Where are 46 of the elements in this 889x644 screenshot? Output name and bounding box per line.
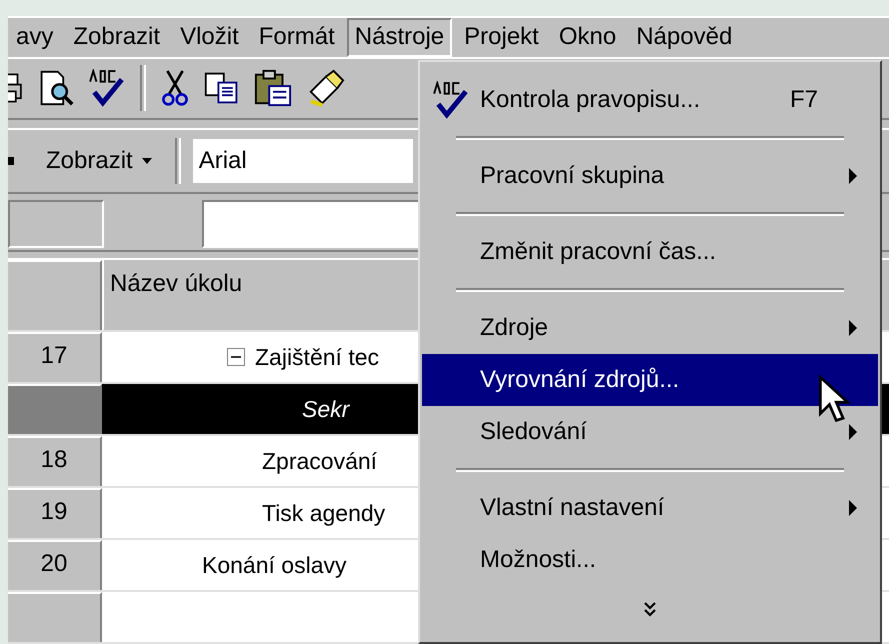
row-header[interactable]: 18 (8, 436, 102, 486)
shortcut-label: F7 (790, 86, 818, 114)
menu-item[interactable]: Nástroje (346, 18, 452, 57)
row-header[interactable]: 19 (8, 488, 102, 538)
menu-entry[interactable]: Kontrola pravopisu... F7 (422, 74, 878, 126)
menu-item[interactable]: Okno (550, 18, 624, 57)
task-name: Zpracování (262, 448, 378, 474)
menu-item[interactable]: Projekt (456, 18, 547, 57)
menu-item[interactable]: Vložit (172, 18, 247, 57)
row-header[interactable]: 17 (8, 332, 102, 382)
submenu-arrow-icon[interactable] (848, 319, 858, 337)
entry-bar-button[interactable] (8, 200, 104, 248)
menu-entry[interactable]: Možnosti... (422, 534, 878, 586)
expand-menu-chevron-icon[interactable] (643, 601, 657, 619)
toolbar-grip (8, 157, 14, 166)
submenu-arrow-icon[interactable] (848, 167, 858, 185)
row-header[interactable]: 20 (8, 540, 102, 590)
task-name: Tisk agendy (262, 500, 386, 526)
menu-item[interactable]: Nápověd (628, 18, 740, 57)
submenu-arrow-icon[interactable] (848, 499, 858, 517)
menu-entry[interactable]: Pracovní skupina (422, 150, 878, 202)
print-preview-icon[interactable] (38, 69, 74, 108)
spelling-check-icon[interactable] (88, 69, 126, 108)
menu-entry[interactable]: Vyrovnání zdrojů... (422, 354, 878, 406)
menu-entry[interactable]: Změnit pracovní čas... (422, 226, 878, 278)
view-dropdown-button[interactable]: Zobrazit (38, 143, 161, 180)
menu-entry[interactable]: Vlastní nastavení (422, 482, 878, 534)
menu-item[interactable]: Formát (250, 18, 343, 57)
task-name: Zajištění tec (255, 344, 379, 370)
font-field[interactable]: Arial (192, 139, 413, 184)
submenu-arrow-icon[interactable] (848, 423, 858, 441)
menu-item[interactable]: avy (8, 18, 62, 57)
task-name: Sekr (302, 396, 350, 422)
clipboard-icon[interactable] (254, 69, 292, 108)
menu-entry[interactable]: Zdroje (422, 302, 878, 354)
row-header[interactable] (8, 384, 102, 434)
mouse-pointer-icon (818, 375, 850, 425)
copy-icon[interactable] (204, 71, 240, 106)
scissors-icon[interactable] (160, 69, 190, 108)
collapse-icon[interactable] (227, 348, 245, 366)
row-header[interactable] (8, 592, 102, 642)
menu-item[interactable]: Zobrazit (65, 18, 168, 57)
menu-entry[interactable]: Sledování (422, 406, 878, 458)
caret-icon[interactable] (140, 157, 153, 166)
spelling-check-icon[interactable] (432, 81, 470, 119)
task-name: Konání oslavy (202, 552, 346, 578)
